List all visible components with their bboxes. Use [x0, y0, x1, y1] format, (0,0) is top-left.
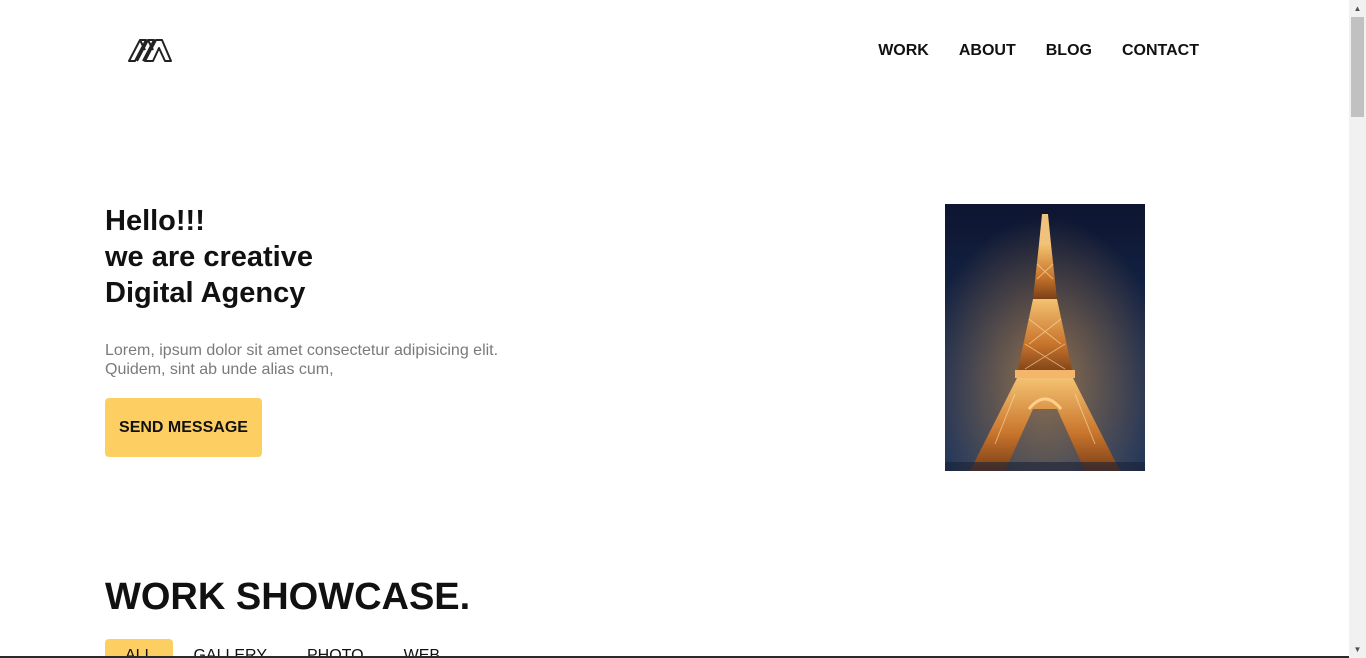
browser-viewport: WORK ABOUT BLOG CONTACT Hello!!! we are …	[0, 0, 1366, 658]
vertical-scrollbar[interactable]: ▲ ▼	[1349, 0, 1366, 658]
work-showcase-title: WORK SHOWCASE.	[105, 576, 471, 618]
eiffel-tower-photo	[945, 204, 1145, 471]
main-nav: WORK ABOUT BLOG CONTACT	[878, 41, 1199, 61]
scroll-up-arrow-icon[interactable]: ▲	[1349, 0, 1366, 17]
hero-description: Lorem, ipsum dolor sit amet consectetur …	[105, 341, 498, 379]
mm-logo-icon[interactable]	[126, 34, 174, 66]
hero-title: Hello!!! we are creative Digital Agency	[105, 203, 313, 311]
nav-about-link[interactable]: ABOUT	[959, 41, 1016, 61]
hero-description-line: Quidem, sint ab unde alias cum,	[105, 361, 334, 378]
hero-description-line: Lorem, ipsum dolor sit amet consectetur …	[105, 342, 499, 359]
send-message-button[interactable]: SEND MESSAGE	[105, 398, 262, 457]
hero-title-line: we are creative	[105, 241, 313, 273]
scroll-down-arrow-icon[interactable]: ▼	[1349, 641, 1366, 658]
page: WORK ABOUT BLOG CONTACT Hello!!! we are …	[0, 0, 1349, 658]
hero-title-line: Digital Agency	[105, 277, 306, 309]
scrollbar-thumb[interactable]	[1351, 17, 1364, 117]
nav-work-link[interactable]: WORK	[878, 41, 929, 61]
hero-title-line: Hello!!!	[105, 205, 205, 237]
nav-blog-link[interactable]: BLOG	[1046, 41, 1092, 61]
nav-contact-link[interactable]: CONTACT	[1122, 41, 1199, 61]
eiffel-tower-illustration	[945, 204, 1145, 471]
